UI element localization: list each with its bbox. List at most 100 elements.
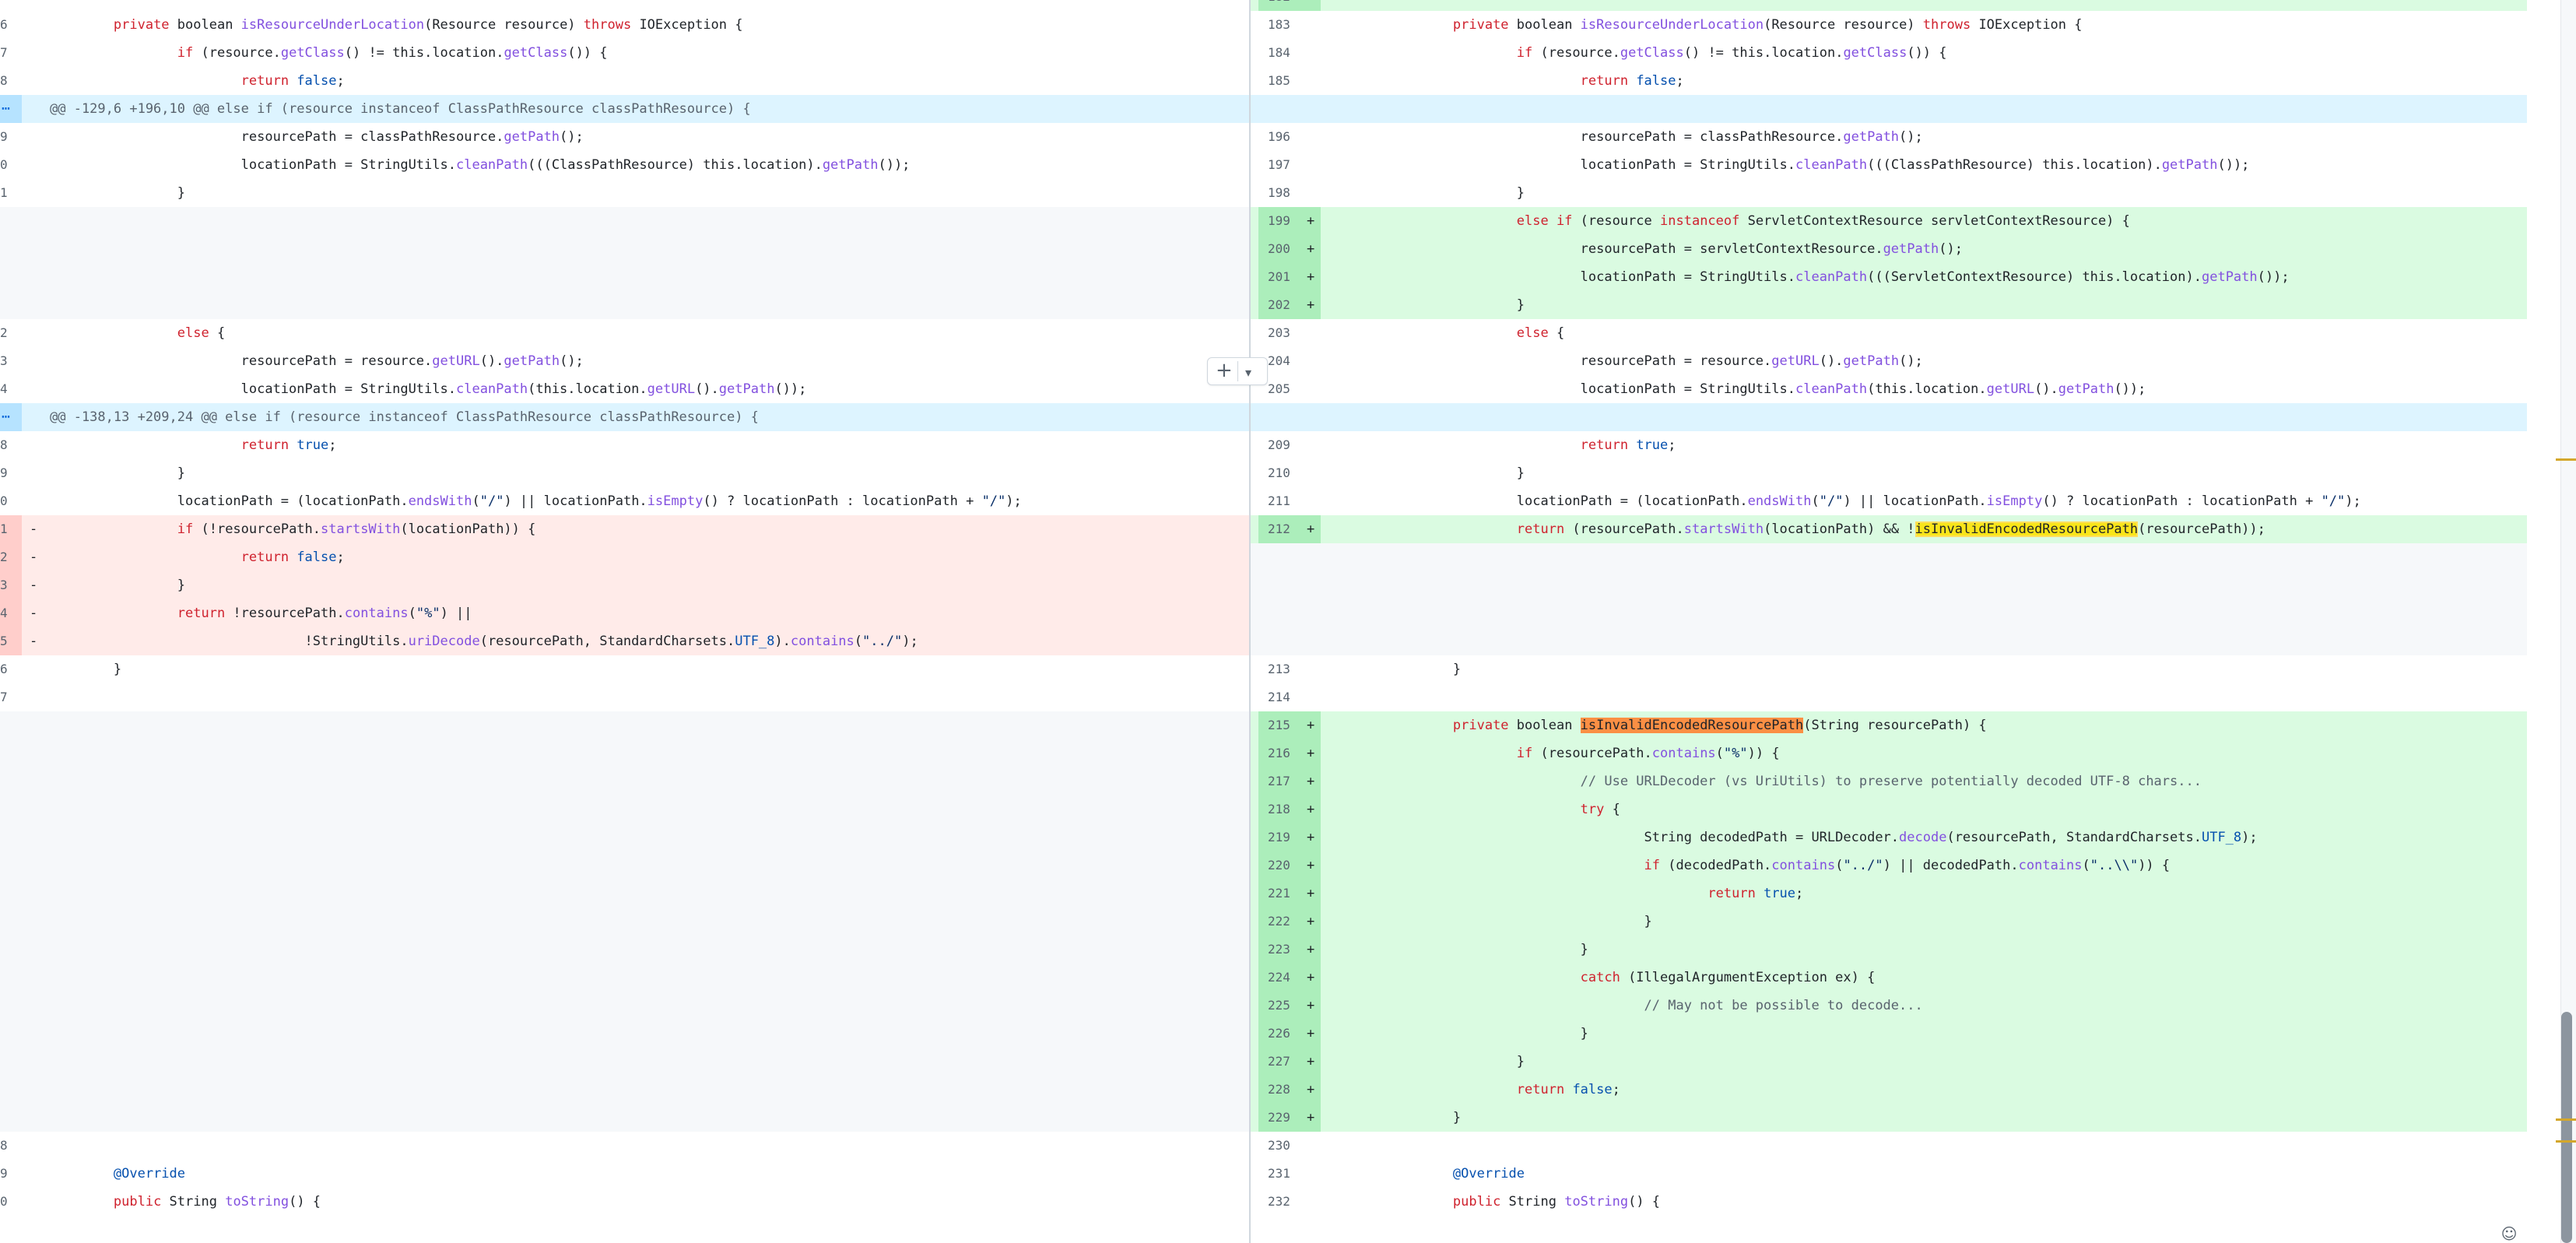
diff-row: 225 + // May not be possible to decode...: [0, 992, 2527, 1020]
right-code-line: private boolean isResourceUnderLocation(…: [1389, 11, 2083, 39]
left-line-number[interactable]: 7: [0, 683, 22, 711]
code-token: }: [1389, 465, 1525, 481]
left-line-number[interactable]: 2: [0, 319, 22, 347]
deletion-marker: -: [30, 634, 38, 649]
scrollbar-thumb[interactable]: [2561, 1012, 2572, 1243]
diff-right-cell: 201 + locationPath = StringUtils.cleanPat…: [1251, 263, 2527, 291]
expand-lines-control[interactable]: + ▾: [1207, 357, 1268, 385]
code-token: getPath: [1843, 129, 1900, 145]
left-line-number[interactable]: 0: [0, 487, 22, 515]
left-line-number[interactable]: 9: [0, 123, 22, 151]
left-line-number[interactable]: 9: [0, 459, 22, 487]
code-token: boolean: [1508, 17, 1581, 33]
right-line-number[interactable]: 231: [1258, 1160, 1321, 1188]
code-token: locationPath = (locationPath.: [1389, 493, 1748, 509]
left-line-number[interactable]: 5: [0, 627, 22, 655]
plus-icon[interactable]: +: [1216, 360, 1233, 381]
right-line-number[interactable]: 205: [1258, 375, 1321, 403]
code-token: getURL: [647, 381, 696, 397]
right-line-number[interactable]: 183: [1258, 11, 1321, 39]
code-token: true: [1636, 437, 1669, 453]
left-line-number[interactable]: 8: [0, 67, 22, 95]
left-code-line: public String toString() {: [50, 1188, 321, 1216]
code-token: @Override: [113, 1166, 186, 1182]
left-line-number[interactable]: 8: [0, 431, 22, 459]
code-token: ()) {: [567, 45, 608, 61]
diff-right-cell: 210 }: [1251, 459, 2527, 487]
right-line-number[interactable]: 196: [1258, 123, 1321, 151]
diff-right-cell: 212 + return (resourcePath.startsWith(loc…: [1251, 515, 2527, 543]
right-line-number[interactable]: 213: [1258, 655, 1321, 683]
code-token: locationPath = StringUtils.: [1389, 269, 1795, 285]
left-line-number[interactable]: 4: [0, 599, 22, 627]
left-line-number[interactable]: 0: [0, 1188, 22, 1216]
right-line-number[interactable]: 211: [1258, 487, 1321, 515]
addition-marker: +: [1307, 914, 1315, 929]
diff-row: 201 + locationPath = StringUtils.cleanPat…: [0, 263, 2527, 291]
left-line-number[interactable]: 2: [0, 543, 22, 571]
diff-row: 217 + // Use URLDecoder (vs UriUtils) to …: [0, 767, 2527, 795]
left-code-line: private boolean isResourceUnderLocation(…: [50, 11, 743, 39]
left-line-number[interactable]: 8: [0, 1132, 22, 1160]
code-token: String decodedPath = URLDecoder.: [1389, 830, 1900, 845]
diff-right-cell: 216 + if (resourcePath.contains("%")) {: [1251, 739, 2527, 767]
diff-left-cell: 9 @Override: [0, 1160, 1249, 1188]
diff-left-cell: 1- if (!resourcePath.startsWith(location…: [0, 515, 1249, 543]
left-line-number[interactable]: 1: [0, 515, 22, 543]
code-token: locationPath = StringUtils.: [1389, 381, 1795, 397]
right-line-number[interactable]: 198: [1258, 179, 1321, 207]
left-line-number[interactable]: 1: [0, 179, 22, 207]
code-token: true: [297, 437, 329, 453]
code-token: (Resource resource): [424, 17, 584, 33]
right-line-number[interactable]: 203: [1258, 319, 1321, 347]
addition-marker: +: [1307, 269, 1315, 285]
addition-marker: +: [1307, 241, 1315, 257]
code-token: );: [902, 634, 918, 649]
left-line-number[interactable]: 3: [0, 347, 22, 375]
left-line-number[interactable]: 6: [0, 655, 22, 683]
left-code-line: else {: [50, 319, 225, 347]
left-line-number[interactable]: 0: [0, 151, 22, 179]
code-token: uriDecode: [408, 634, 480, 649]
left-line-number[interactable]: 9: [0, 1160, 22, 1188]
right-line-number[interactable]: 209: [1258, 431, 1321, 459]
addition-marker: +: [1307, 774, 1315, 789]
code-token: )) {: [2138, 858, 2171, 873]
left-line-number[interactable]: 3: [0, 571, 22, 599]
chevron-down-icon[interactable]: ▾: [1245, 365, 1251, 380]
left-line-number[interactable]: 4: [0, 375, 22, 403]
right-code-line: catch (IllegalArgumentException ex) {: [1389, 964, 1876, 992]
code-token: if: [1516, 746, 1533, 761]
diff-row: 2 else {203 else {: [0, 319, 2527, 347]
right-line-number[interactable]: 204: [1258, 347, 1321, 375]
right-line-number[interactable]: 185: [1258, 67, 1321, 95]
code-token: cleanPath: [1795, 269, 1868, 285]
expand-hunk-icon[interactable]: ⋯: [0, 95, 22, 123]
diff-row: 224 + catch (IllegalArgumentException ex)…: [0, 964, 2527, 992]
code-token: cleanPath: [455, 157, 528, 173]
right-code-line: // May not be possible to decode...: [1389, 992, 1923, 1020]
left-line-number[interactable]: 6: [0, 11, 22, 39]
right-line-number[interactable]: 184: [1258, 39, 1321, 67]
right-line-number[interactable]: 230: [1258, 1132, 1321, 1160]
right-line-number[interactable]: 197: [1258, 151, 1321, 179]
expand-hunk-icon[interactable]: ⋯: [0, 403, 22, 431]
left-line-number[interactable]: 7: [0, 39, 22, 67]
code-token: UTF_8: [735, 634, 775, 649]
copilot-icon[interactable]: ☺: [2495, 1224, 2523, 1243]
right-code-line: return false;: [1389, 67, 1684, 95]
addition-marker: +: [1307, 297, 1315, 313]
diff-left-cell: 3 resourcePath = resource.getURL().getPa…: [0, 347, 1249, 375]
right-line-number[interactable]: 210: [1258, 459, 1321, 487]
code-token: getPath: [718, 381, 775, 397]
right-line-number[interactable]: 232: [1258, 1188, 1321, 1216]
right-line-number[interactable]: 214: [1258, 683, 1321, 711]
deletion-marker: -: [30, 578, 38, 593]
diff-left-cell: [0, 936, 1249, 964]
